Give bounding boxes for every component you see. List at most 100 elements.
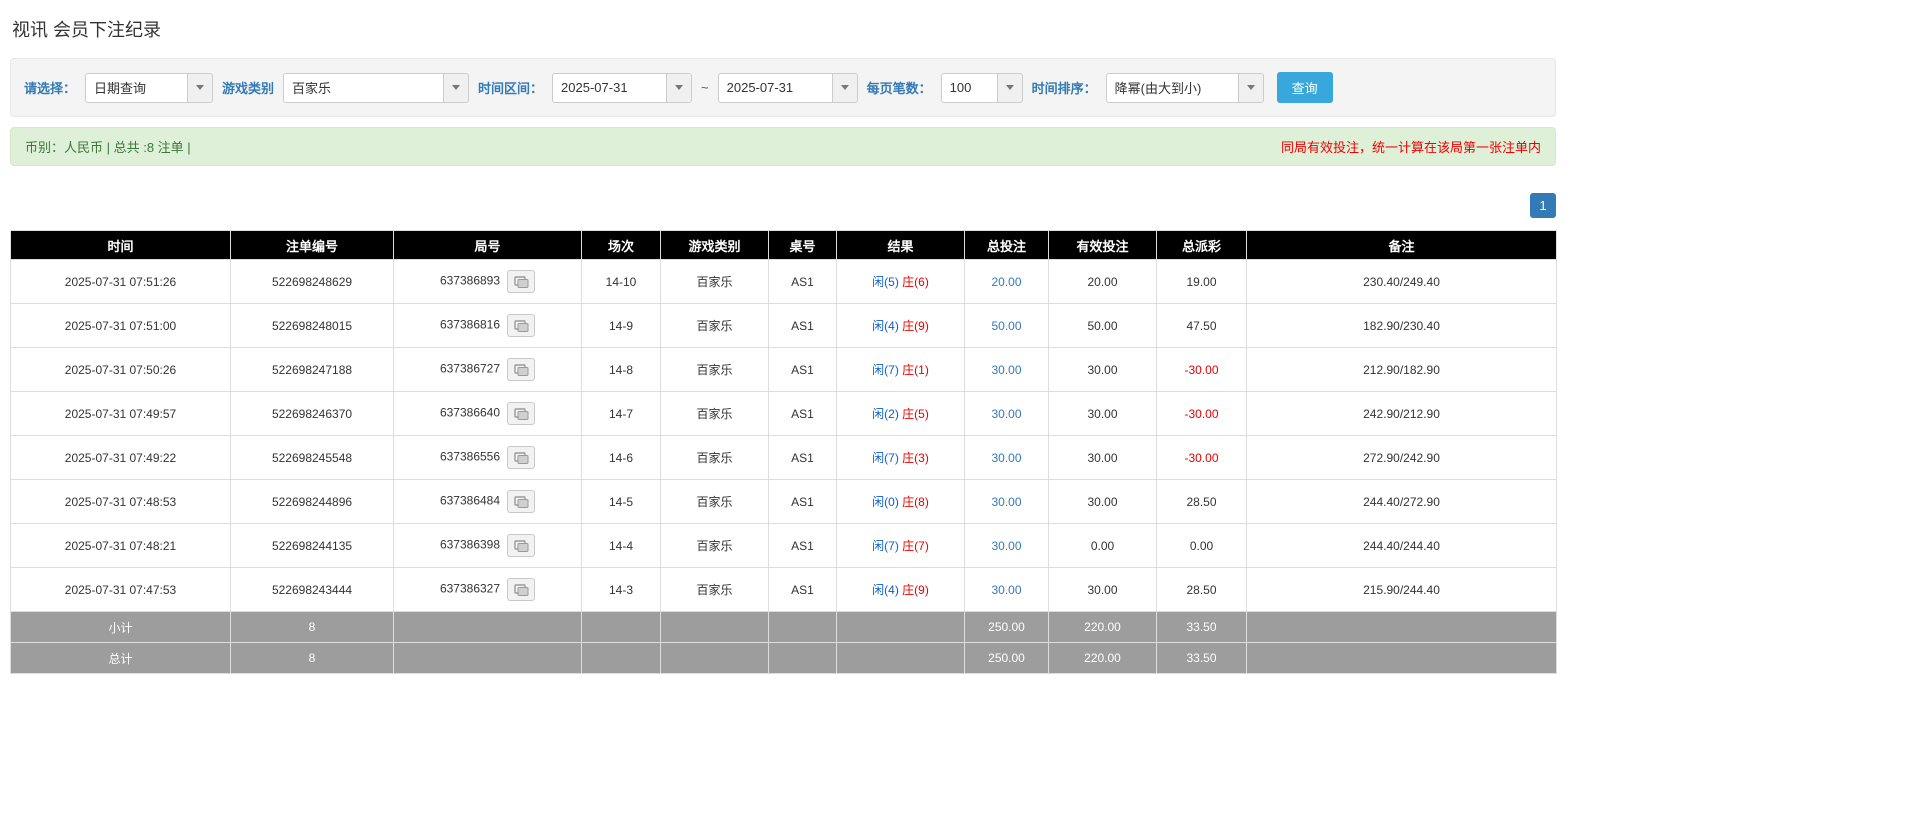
page-size-input[interactable] <box>941 73 997 102</box>
sort-dropdown-button[interactable] <box>1237 73 1263 102</box>
subtotal-label: 小计 <box>10 611 231 643</box>
caret-down-icon <box>1246 85 1255 90</box>
total-row: 总计 8 250.00 220.00 33.50 <box>10 642 1557 674</box>
result-player: 闲(4) <box>872 319 899 333</box>
header-round: 局号 <box>393 230 582 260</box>
game-type-dropdown-button[interactable] <box>443 73 469 102</box>
table-header: 时间 注单编号 局号 场次 游戏类别 桌号 结果 总投注 有效投注 总派彩 备注 <box>10 230 1557 260</box>
cell-note: 244.40/244.40 <box>1246 523 1557 568</box>
date-from-input[interactable] <box>553 73 667 102</box>
header-total-bet: 总投注 <box>964 230 1049 260</box>
result-banker: 庄(8) <box>902 495 929 509</box>
cell-time: 2025-07-31 07:49:57 <box>10 391 231 436</box>
cards-icon <box>513 407 529 420</box>
table-row: 2025-07-31 07:47:53 522698243444 6373863… <box>10 567 1557 612</box>
result-banker: 庄(3) <box>902 451 929 465</box>
round-result-button[interactable] <box>507 534 536 557</box>
table-row: 2025-07-31 07:49:22 522698245548 6373865… <box>10 435 1557 480</box>
round-result-button[interactable] <box>507 358 536 381</box>
cell-note: 182.90/230.40 <box>1246 303 1557 348</box>
table-row: 2025-07-31 07:48:53 522698244896 6373864… <box>10 479 1557 524</box>
cell-note: 215.90/244.40 <box>1246 567 1557 612</box>
select-type-dropdown-button[interactable] <box>187 73 213 102</box>
cell-time: 2025-07-31 07:50:26 <box>10 347 231 392</box>
cell-session: 14-10 <box>581 259 661 304</box>
sort-label: 时间排序： <box>1031 81 1097 96</box>
cell-valid-bet: 50.00 <box>1048 303 1157 348</box>
total-total-bet: 250.00 <box>964 642 1049 674</box>
cell-result: 闲(2) 庄(5) <box>836 391 965 436</box>
sort-input[interactable] <box>1106 73 1238 102</box>
cell-game-type: 百家乐 <box>660 347 769 392</box>
total-bet-link[interactable]: 30.00 <box>991 495 1021 509</box>
total-bet-link[interactable]: 30.00 <box>991 451 1021 465</box>
cell-bet-id: 522698247188 <box>230 347 394 392</box>
cell-total-bet: 20.00 <box>964 259 1049 304</box>
caret-down-icon <box>675 85 684 90</box>
page-size-dropdown-button[interactable] <box>996 73 1022 102</box>
cell-table-no: AS1 <box>768 479 837 524</box>
round-result-button[interactable] <box>507 402 536 425</box>
summary-note-text: 同局有效投注，统一计算在该局第一张注单内 <box>1280 140 1541 155</box>
cell-result: 闲(4) 庄(9) <box>836 303 965 348</box>
cell-game-type: 百家乐 <box>660 259 769 304</box>
cell-time: 2025-07-31 07:51:26 <box>10 259 231 304</box>
select-type-label: 请选择： <box>24 81 77 96</box>
page-container: 视讯 会员下注纪录 请选择： 游戏类别 时间区间： ~ 每页笔数： 时间排序： <box>0 0 1566 684</box>
cell-note: 242.90/212.90 <box>1246 391 1557 436</box>
table-row: 2025-07-31 07:50:26 522698247188 6373867… <box>10 347 1557 392</box>
cell-bet-id: 522698245548 <box>230 435 394 480</box>
round-result-button[interactable] <box>507 490 536 513</box>
game-type-input[interactable] <box>284 73 444 102</box>
result-player: 闲(7) <box>872 539 899 553</box>
cell-game-type: 百家乐 <box>660 523 769 568</box>
cell-round: 637386640 <box>393 391 582 436</box>
round-result-button[interactable] <box>507 270 536 293</box>
table-row: 2025-07-31 07:49:57 522698246370 6373866… <box>10 391 1557 436</box>
total-bet-link[interactable]: 30.00 <box>991 407 1021 421</box>
header-table-no: 桌号 <box>768 230 837 260</box>
round-result-button[interactable] <box>507 314 536 337</box>
payout-value: 0.00 <box>1189 538 1214 553</box>
search-button[interactable]: 查询 <box>1276 72 1333 103</box>
round-number: 637386816 <box>439 317 501 332</box>
cell-payout: -30.00 <box>1156 435 1247 480</box>
page-size-label: 每页笔数： <box>866 81 932 96</box>
cell-session: 14-8 <box>581 347 661 392</box>
cell-total-bet: 30.00 <box>964 347 1049 392</box>
subtotal-row: 小计 8 250.00 220.00 33.50 <box>10 611 1557 643</box>
cell-bet-id: 522698243444 <box>230 567 394 612</box>
subtotal-valid-bet: 220.00 <box>1048 611 1157 643</box>
page-1-button[interactable]: 1 <box>1530 193 1556 218</box>
date-to-input[interactable] <box>718 73 832 102</box>
cell-total-bet: 50.00 <box>964 303 1049 348</box>
total-bet-link[interactable]: 30.00 <box>991 583 1021 597</box>
total-bet-link[interactable]: 30.00 <box>991 363 1021 377</box>
total-bet-link[interactable]: 50.00 <box>991 319 1021 333</box>
payout-value: -30.00 <box>1184 362 1219 377</box>
summary-left-text: 币别：人民币 | 总共 :8 注单 | <box>25 140 191 155</box>
payout-value: 47.50 <box>1186 318 1217 333</box>
result-player: 闲(2) <box>872 407 899 421</box>
cell-session: 14-3 <box>581 567 661 612</box>
header-game-type: 游戏类别 <box>660 230 769 260</box>
game-type-combo <box>283 72 470 103</box>
cell-session: 14-6 <box>581 435 661 480</box>
select-type-input[interactable] <box>86 73 188 102</box>
date-to-combo <box>717 72 858 103</box>
round-result-button[interactable] <box>507 446 536 469</box>
total-bet-link[interactable]: 30.00 <box>991 539 1021 553</box>
total-bet-link[interactable]: 20.00 <box>991 275 1021 289</box>
select-type-combo <box>85 72 214 103</box>
date-to-dropdown-button[interactable] <box>831 73 857 102</box>
cards-icon <box>513 319 529 332</box>
round-result-button[interactable] <box>507 578 536 601</box>
cell-session: 14-7 <box>581 391 661 436</box>
header-valid-bet: 有效投注 <box>1048 230 1157 260</box>
cell-bet-id: 522698248629 <box>230 259 394 304</box>
cell-result: 闲(7) 庄(1) <box>836 347 965 392</box>
cell-time: 2025-07-31 07:48:21 <box>10 523 231 568</box>
payout-value: 28.50 <box>1186 494 1217 509</box>
cell-time: 2025-07-31 07:47:53 <box>10 567 231 612</box>
date-from-dropdown-button[interactable] <box>666 73 692 102</box>
